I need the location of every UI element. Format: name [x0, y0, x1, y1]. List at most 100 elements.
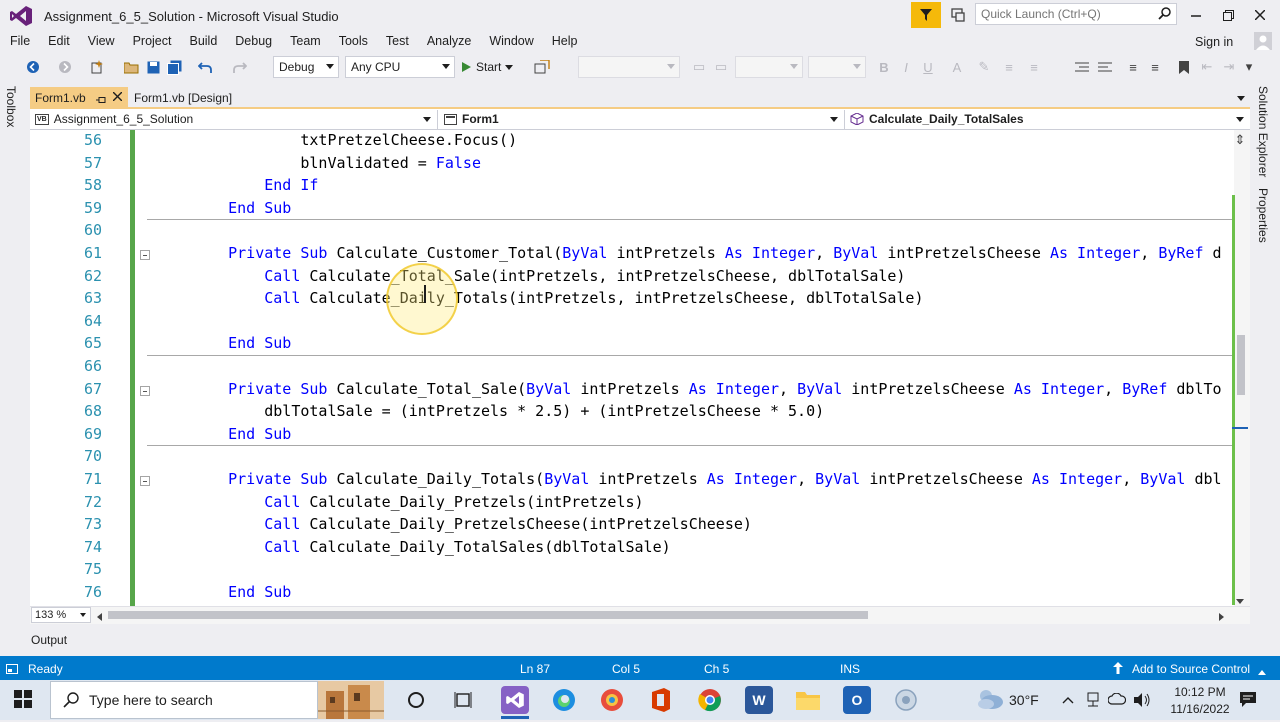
outdent-icon[interactable]: ≡ — [1124, 58, 1142, 76]
tab-form1-design[interactable]: Form1.vb [Design] — [134, 91, 232, 105]
output-tab[interactable]: Output — [31, 633, 67, 647]
toolbox-tab[interactable]: Toolbox — [4, 86, 18, 127]
menu-debug[interactable]: Debug — [225, 32, 280, 52]
collapse-region-icon[interactable] — [140, 250, 150, 260]
scroll-left-arrow-icon[interactable] — [97, 610, 102, 624]
notifications-icon[interactable] — [1239, 690, 1257, 711]
class-dropdown[interactable]: Form1 — [440, 109, 842, 129]
onedrive-cloud-icon[interactable] — [1107, 692, 1127, 708]
output-panel-strip — [22, 626, 1252, 656]
redo-icon[interactable] — [230, 58, 248, 76]
file-explorer-icon[interactable] — [794, 686, 822, 714]
media-app-icon[interactable] — [598, 686, 626, 714]
open-file-icon[interactable] — [122, 58, 140, 76]
clock-date[interactable]: 11/16/2022 — [1165, 702, 1235, 716]
tab-list-chevron-icon[interactable] — [1237, 90, 1245, 104]
add-to-source-control-button[interactable]: Add to Source Control — [1132, 662, 1250, 676]
properties-tab[interactable]: Properties — [1256, 188, 1270, 243]
visual-studio-taskbar-icon[interactable] — [501, 686, 529, 714]
windows-start-icon[interactable] — [14, 690, 32, 711]
horizontal-scroll-thumb[interactable] — [108, 611, 868, 619]
solution-configuration-dropdown[interactable]: Debug — [273, 56, 339, 78]
minimize-button[interactable] — [1181, 4, 1211, 26]
line-number: 70 — [83, 447, 102, 466]
close-tab-icon[interactable] — [112, 89, 123, 104]
outlook-icon[interactable]: O — [843, 686, 871, 714]
line-number: 58 — [83, 176, 102, 195]
search-icon[interactable] — [1158, 6, 1172, 20]
clock-time[interactable]: 10:12 PM — [1170, 685, 1230, 699]
sign-in-link[interactable]: Sign in — [1195, 35, 1233, 49]
navigate-forward-icon[interactable] — [56, 58, 74, 76]
pin-icon[interactable] — [96, 93, 106, 107]
edge-browser-icon[interactable] — [550, 686, 578, 714]
code-keyword: As Integer — [1031, 470, 1123, 488]
vertical-scroll-thumb[interactable] — [1237, 335, 1245, 395]
code-text: intPretzels — [571, 379, 689, 398]
navigate-back-icon[interactable] — [24, 58, 42, 76]
menu-window[interactable]: Window — [479, 32, 541, 52]
collapse-region-icon[interactable] — [140, 385, 150, 396]
save-all-icon[interactable] — [165, 58, 183, 76]
weather-temperature[interactable]: 30°F — [1009, 692, 1039, 708]
code-keyword: ByVal — [544, 470, 590, 488]
taskbar-search-box[interactable]: Type here to search — [50, 681, 318, 719]
account-icon[interactable] — [1254, 32, 1272, 50]
uncomment-icon[interactable] — [1096, 58, 1114, 76]
menu-project[interactable]: Project — [123, 32, 180, 52]
collapse-region-icon[interactable] — [140, 476, 150, 486]
word-icon[interactable]: W — [745, 686, 773, 714]
scroll-down-arrow-icon[interactable] — [1236, 593, 1244, 607]
quick-launch-input[interactable] — [976, 4, 1156, 24]
recorder-app-icon[interactable] — [892, 686, 920, 714]
restore-button[interactable] — [1213, 4, 1243, 26]
menu-test[interactable]: Test — [376, 32, 417, 52]
save-icon[interactable] — [144, 58, 162, 76]
system-tray-chevron-icon[interactable] — [1062, 693, 1074, 707]
network-icon[interactable] — [1085, 692, 1101, 711]
menu-team[interactable]: Team — [280, 32, 329, 52]
close-window-button[interactable] — [1245, 4, 1275, 26]
menu-analyze[interactable]: Analyze — [417, 32, 479, 52]
line-number: 74 — [83, 537, 102, 556]
line-number: 66 — [83, 357, 102, 375]
split-editor-icon[interactable]: ⇕ — [1234, 132, 1246, 148]
menu-edit[interactable]: Edit — [38, 32, 78, 52]
scroll-right-arrow-icon[interactable] — [1219, 610, 1224, 624]
member-dropdown[interactable]: Calculate_Daily_TotalSales — [846, 109, 1248, 129]
task-view-icon[interactable] — [454, 691, 472, 712]
chrome-icon[interactable] — [696, 686, 724, 714]
menu-view[interactable]: View — [78, 32, 123, 52]
office-icon[interactable] — [647, 686, 675, 714]
browser-link-icon[interactable] — [533, 58, 551, 76]
start-debugging-button[interactable]: Start — [460, 57, 514, 77]
indent-icon[interactable]: ≡ — [1146, 58, 1164, 76]
quick-launch-box[interactable] — [975, 3, 1177, 25]
vb-project-badge-icon: VB — [35, 113, 49, 125]
feedback-icon[interactable] — [948, 5, 968, 25]
code-keyword: Call — [264, 266, 301, 285]
weather-cloud-icon[interactable] — [976, 688, 1004, 713]
align-icon: ≡ — [1005, 59, 1013, 75]
comment-icon[interactable] — [1073, 58, 1091, 76]
line-number: 76 — [83, 583, 102, 601]
menu-build[interactable]: Build — [179, 32, 225, 52]
zoom-dropdown[interactable]: 133 % — [31, 607, 91, 623]
menu-help[interactable]: Help — [542, 32, 586, 52]
notification-filter-icon[interactable] — [911, 2, 941, 28]
toolbar-overflow-icon[interactable]: ▾ — [1240, 58, 1258, 76]
menu-tools[interactable]: Tools — [329, 32, 376, 52]
solution-platform-dropdown[interactable]: Any CPU — [345, 56, 455, 78]
project-dropdown[interactable]: VB Assignment_6_5_Solution — [31, 109, 435, 129]
bookmark-icon[interactable] — [1175, 58, 1193, 76]
cortana-icon[interactable] — [407, 691, 425, 712]
menu-file[interactable]: File — [0, 32, 38, 52]
new-project-icon[interactable] — [88, 58, 106, 76]
status-ready: Ready — [28, 662, 63, 676]
volume-icon[interactable] — [1133, 692, 1151, 711]
code-text: intPretzelsCheese — [860, 470, 1032, 488]
chevron-down-icon — [667, 64, 675, 69]
undo-icon[interactable] — [196, 58, 214, 76]
code-editor[interactable]: 56 txtPretzelCheese.Focus() 57 blnValidat… — [30, 130, 1234, 606]
solution-explorer-tab[interactable]: Solution Explorer — [1256, 86, 1270, 177]
